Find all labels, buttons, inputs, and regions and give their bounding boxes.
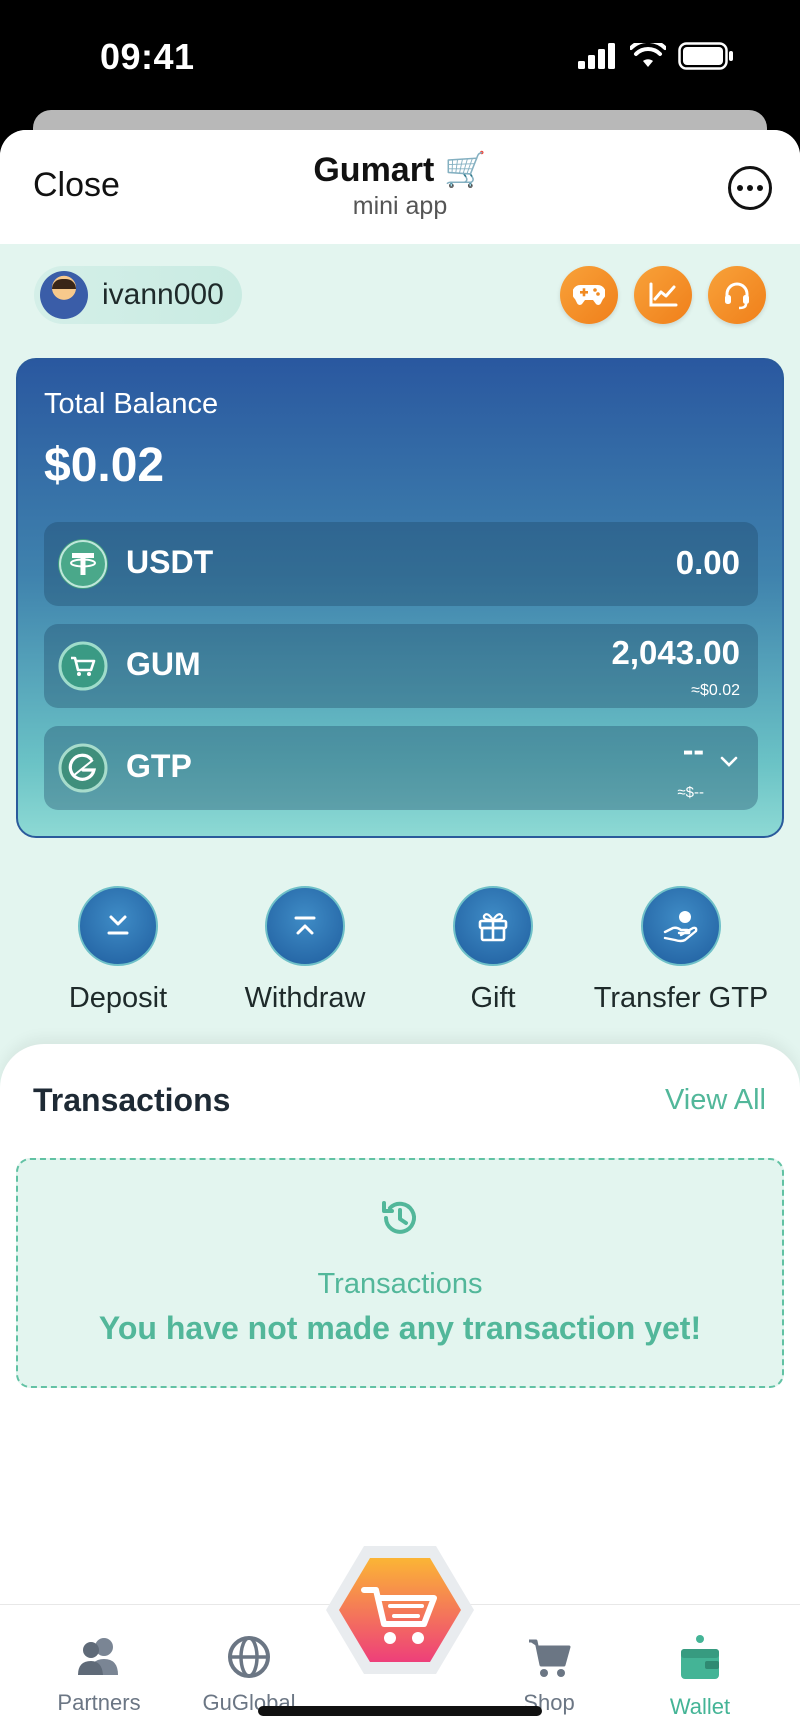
asset-usd-value: ≈$0.02: [691, 682, 740, 699]
avatar: [40, 271, 88, 319]
partners-icon: [78, 1638, 118, 1675]
quick-icons: [560, 266, 766, 324]
total-balance-label: Total Balance: [44, 388, 219, 420]
globe-icon: [228, 1636, 270, 1678]
headset-icon: [725, 282, 749, 310]
gift-button[interactable]: Gift: [398, 886, 588, 1015]
app-title-text: Gumart: [313, 150, 435, 189]
chevron-down-icon[interactable]: [720, 756, 738, 768]
asset-row-usdt[interactable]: USDT 0.00: [44, 522, 758, 606]
asset-amount: 0.00: [675, 544, 740, 581]
withdraw-button[interactable]: Withdraw: [210, 886, 400, 1015]
wallet-icon: [681, 1635, 719, 1679]
transactions-empty-state: Transactions You have not made any trans…: [16, 1158, 784, 1388]
asset-name: GUM: [126, 646, 201, 682]
total-balance-value: $0.02: [44, 439, 165, 492]
mini-app-header: Close Gumart 🛒 mini app: [0, 130, 800, 244]
transactions-title: Transactions: [33, 1082, 231, 1118]
nav-wallet[interactable]: Wallet: [630, 1635, 770, 1720]
more-dot-icon: [737, 185, 743, 191]
center-shop-button[interactable]: [318, 1540, 482, 1690]
app-title: Gumart 🛒: [313, 150, 486, 190]
deposit-label: Deposit: [68, 982, 168, 1014]
asset-amount: 2,043.00: [611, 634, 740, 671]
asset-row-gtp[interactable]: GTP -- ≈$--: [44, 726, 758, 810]
more-options-button[interactable]: [728, 166, 772, 210]
cart-emoji-icon: 🛒: [444, 151, 487, 189]
view-all-link[interactable]: View All: [665, 1084, 766, 1117]
more-dot-icon: [747, 185, 753, 191]
asset-name: USDT: [126, 544, 214, 580]
gtp-icon: [58, 743, 108, 793]
asset-usd-value: ≈$--: [677, 784, 704, 801]
status-icons: [578, 42, 734, 70]
nav-label: Partners: [57, 1690, 141, 1715]
asset-row-gum[interactable]: GUM 2,043.00 ≈$0.02: [44, 624, 758, 708]
support-button[interactable]: [708, 266, 766, 324]
gift-label: Gift: [470, 982, 516, 1014]
nav-shop[interactable]: Shop: [479, 1635, 619, 1716]
gift-icon: [453, 886, 533, 966]
home-indicator: [258, 1706, 542, 1716]
nav-partners[interactable]: Partners: [29, 1635, 169, 1716]
gum-icon: [58, 641, 108, 691]
deposit-icon: [78, 886, 158, 966]
shop-cart-hexagon-icon: [326, 1546, 474, 1674]
nav-guglobal[interactable]: GuGlobal: [179, 1635, 319, 1716]
transfer-icon: [641, 886, 721, 966]
more-dot-icon: [757, 185, 763, 191]
transfer-gtp-button[interactable]: Transfer GTP: [586, 886, 776, 1015]
status-time: 09:41: [100, 36, 195, 77]
battery-icon: [678, 42, 733, 70]
history-icon: [18, 1196, 782, 1240]
game-button[interactable]: [560, 266, 618, 324]
stats-button[interactable]: [634, 266, 692, 324]
gamepad-icon: [573, 284, 605, 305]
wallet-actions: Deposit Withdraw Gift Transfer GTP: [0, 886, 800, 1016]
withdraw-icon: [265, 886, 345, 966]
wifi-icon: [630, 43, 666, 67]
asset-name: GTP: [126, 748, 192, 784]
usdt-icon: [58, 539, 108, 589]
nav-label: Wallet: [669, 1694, 731, 1719]
user-profile-chip[interactable]: ivann000: [34, 266, 242, 324]
empty-state-label: Transactions: [317, 1268, 483, 1300]
username: ivann000: [102, 278, 224, 311]
cart-icon: [529, 1639, 571, 1677]
wallet-content: ivann000 Total Balance $0.02 USDT 0.00 G…: [0, 244, 800, 1734]
chart-icon: [649, 282, 678, 307]
signal-icon: [578, 43, 615, 69]
balance-card: Total Balance $0.02 USDT 0.00 GUM 2,043.…: [16, 358, 784, 838]
empty-state-message: You have not made any transaction yet!: [98, 1310, 702, 1346]
asset-amount: --: [682, 732, 704, 768]
app-subtitle: mini app: [352, 192, 448, 220]
mini-app-sheet: Close Gumart 🛒 mini app ivann000 Total B…: [0, 130, 800, 1734]
deposit-button[interactable]: Deposit: [23, 886, 213, 1015]
title-block: Gumart 🛒 mini app: [0, 150, 800, 221]
withdraw-label: Withdraw: [244, 982, 366, 1014]
status-bar: 09:41: [0, 0, 800, 118]
transfer-gtp-label: Transfer GTP: [593, 982, 769, 1014]
